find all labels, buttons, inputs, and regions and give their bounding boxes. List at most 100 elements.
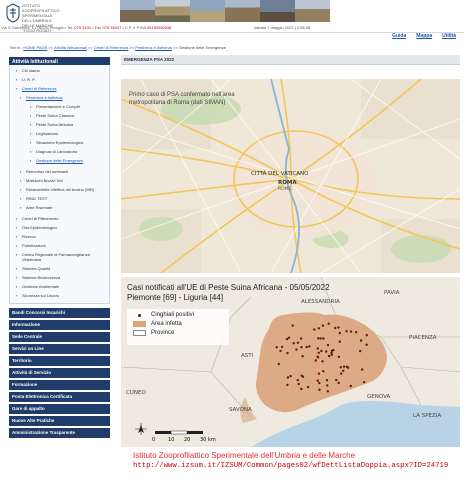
sidebar-section-gare-di-appalto[interactable]: Gare di appalto: [9, 404, 110, 414]
sidebar-item-pubblicazioni[interactable]: Pubblicazioni: [10, 241, 109, 250]
sidebar-item-u-r-p[interactable]: U. R. P.: [10, 75, 109, 84]
boar-case-dot: [328, 354, 331, 358]
boar-case-dot: [300, 387, 303, 391]
place-cuneo: CUNEO: [126, 390, 146, 396]
map-label-vatican: CITTÀ DEL VATICANO: [251, 170, 309, 177]
sidebar-item-centro-regionale-di-farmacovigilanza-veterinaria[interactable]: Centro Regionale di Farmacovigilanza Vet…: [10, 250, 109, 264]
boar-case-dot: [321, 324, 325, 327]
sidebar-item-presentazione-e-compiti[interactable]: Presentazione e Compiti: [10, 102, 109, 111]
sidebar-item-oss-epidemiologico[interactable]: Oss.Epidemiologico: [10, 223, 109, 232]
sidebar-item-sistema-biosicurezza[interactable]: Sistema Biosicurezza: [10, 273, 109, 282]
boar-case-dot: [306, 385, 310, 389]
sidebar-item-retrovirus-dei-ruminanti[interactable]: Retrovirus dei ruminanti: [10, 167, 109, 176]
boar-case-dot: [335, 378, 338, 382]
boar-case-dot: [359, 339, 363, 342]
sidebar-item-centri-di-riferimento[interactable]: Centri di Riferimento: [10, 214, 109, 223]
boar-case-dot: [342, 365, 346, 368]
sidebar-section-nuove-alte-pratiche[interactable]: Nuove Alte Pratiche: [9, 416, 110, 426]
svg-text:10: 10: [168, 437, 174, 443]
sidebar-item-aree-riservate[interactable]: Aree Riservate: [10, 203, 109, 212]
sidebar-section-amministrazione-trasparente[interactable]: Amministrazione Trasparente: [9, 428, 110, 438]
utility-link[interactable]: Utilità: [442, 33, 456, 39]
legend-area-swatch: [133, 321, 146, 327]
sidebar-item-sistema-qualit[interactable]: Sistema Qualità: [10, 264, 109, 273]
boar-case-dot: [295, 348, 298, 351]
sidebar-item-situazione-epidemiologica[interactable]: Situazione Epidemiologica: [10, 138, 109, 147]
sidebar-menu: Chi siamoU. R. P.Centri di ReferenzaPest…: [9, 65, 110, 304]
sidebar-section-territorio[interactable]: Territorio: [9, 356, 110, 366]
institute-logo[interactable]: [6, 3, 20, 23]
place-genova: GENOVA: [367, 394, 390, 400]
sidebar-item-pestivirus-e-asfivirus[interactable]: Pestivirus e Asfivirus: [10, 93, 109, 102]
boar-case-dot: [279, 349, 282, 353]
sidebar-section-bandi-concorsi-incarichi[interactable]: Bandi Concorsi Incarichi: [9, 308, 110, 318]
sidebar-section-attivit-di-servizio[interactable]: Attività di Servizio: [9, 368, 110, 378]
sidebar-section-formazione[interactable]: Formazione: [9, 380, 110, 390]
boar-case-dot: [326, 343, 330, 347]
breadcrumb-pestivirus[interactable]: Pestivirus e Asfivirus: [135, 45, 172, 50]
sidebar-item-mollucchi-bivalvi-vivi[interactable]: Mollucchi Bivalvi Vivi: [10, 176, 109, 185]
boar-case-dot: [308, 345, 311, 348]
boar-case-dot: [334, 326, 337, 330]
sidebar-item-diagnosi-di-laboratorio[interactable]: Diagnosi di Laboratorio: [10, 147, 109, 156]
sidebar-item-rinotracheite-infettiva-del-bovino-ibr[interactable]: Rinotracheite infettiva del bovino (IBR): [10, 185, 109, 194]
map-label-rome: ROME: [278, 186, 292, 192]
sidebar-item-legislazione[interactable]: Legislazione: [10, 129, 109, 138]
boar-case-dot: [318, 388, 321, 391]
boar-case-dot: [300, 374, 303, 377]
breadcrumb-current: Gestione delle Emergenze: [178, 45, 226, 50]
sidebar-section-posta-elettronica-certificata[interactable]: Posta Elettronica Certificata: [9, 392, 110, 402]
source-caption: Istituto Zooprofilattico Sperimentale de…: [133, 450, 463, 472]
map-subtitle: Piemonte [69] - Liguria [44]: [127, 293, 224, 302]
sidebar-item-centri-di-referenza[interactable]: Centri di Referenza: [10, 84, 109, 93]
svg-text:30 km: 30 km: [200, 437, 216, 443]
boar-case-dot: [340, 372, 343, 375]
boar-case-dot: [319, 337, 322, 340]
sidebar-section-servizi-on-line[interactable]: Servizi on Line: [9, 344, 110, 354]
boar-case-dot: [317, 337, 320, 340]
svg-text:20: 20: [184, 437, 190, 443]
fax-number: 075 35047: [102, 25, 122, 30]
breadcrumb-attivita[interactable]: Attività Istituzionali: [54, 45, 87, 50]
sidebar-item-ricerca[interactable]: Ricerca: [10, 232, 109, 241]
place-piacenza: PIACENZA: [409, 335, 437, 341]
sidebar-item-chi-siamo[interactable]: Chi siamo: [10, 66, 109, 75]
legend-province-swatch: [133, 330, 146, 336]
boar-case-dot: [339, 366, 342, 369]
utility-links: Guida Mappa Utilità: [392, 33, 456, 39]
caption-url[interactable]: http://www.izsum.it/IZSUM/Common/pages02…: [133, 461, 463, 472]
boar-case-dot: [280, 345, 284, 349]
boar-case-dot: [314, 359, 317, 362]
boar-case-dot: [286, 351, 289, 355]
boar-case-dot: [296, 378, 299, 382]
boar-case-dot: [360, 368, 364, 371]
sidebar-item-peste-suina-classica[interactable]: Peste Suina Classica: [10, 111, 109, 120]
boar-case-dot: [277, 362, 280, 366]
boar-case-dot: [345, 330, 348, 333]
map-link[interactable]: Mappa: [416, 33, 432, 39]
boar-case-dot: [318, 381, 321, 385]
sidebar-item-gestione-delle-emergenze[interactable]: Gestione delle Emergenze: [10, 156, 109, 165]
current-date: sabato 7 maggio 2022 | 2:38:38: [254, 25, 311, 30]
breadcrumb-home[interactable]: HOME PAGE: [23, 45, 47, 50]
boar-case-dot: [305, 345, 308, 349]
boar-case-dot: [300, 346, 303, 349]
caption-institute: Istituto Zooprofilattico Sperimentale de…: [133, 451, 356, 460]
sidebar-item-peste-suina-africana[interactable]: Peste Suina Africana: [10, 120, 109, 129]
boar-case-dot: [291, 324, 294, 327]
guide-link[interactable]: Guida: [392, 33, 406, 39]
boar-case-dot: [327, 322, 330, 325]
breadcrumb-centri[interactable]: Centri di Referenza: [94, 45, 128, 50]
boar-case-dot: [321, 360, 324, 363]
boar-case-dot: [338, 331, 341, 335]
sidebar-item-gestione-ambientale[interactable]: Gestione Ambientale: [10, 282, 109, 291]
sidebar-section-informazione[interactable]: Informazione: [9, 320, 110, 330]
sidebar-item-ring-test[interactable]: RING TEST: [10, 194, 109, 203]
boar-case-dot: [322, 370, 325, 373]
page-title: EMERGENZA PSA 2022: [121, 55, 460, 65]
place-asti: ASTI: [241, 353, 254, 359]
boar-case-dot: [275, 346, 278, 349]
sidebar-section-sede-centrale[interactable]: Sede Centrale: [9, 332, 110, 342]
sidebar-item-sicurezza-sul-lavoro[interactable]: Sicurezza sul Lavoro: [10, 291, 109, 300]
boar-case-dot: [326, 384, 329, 387]
